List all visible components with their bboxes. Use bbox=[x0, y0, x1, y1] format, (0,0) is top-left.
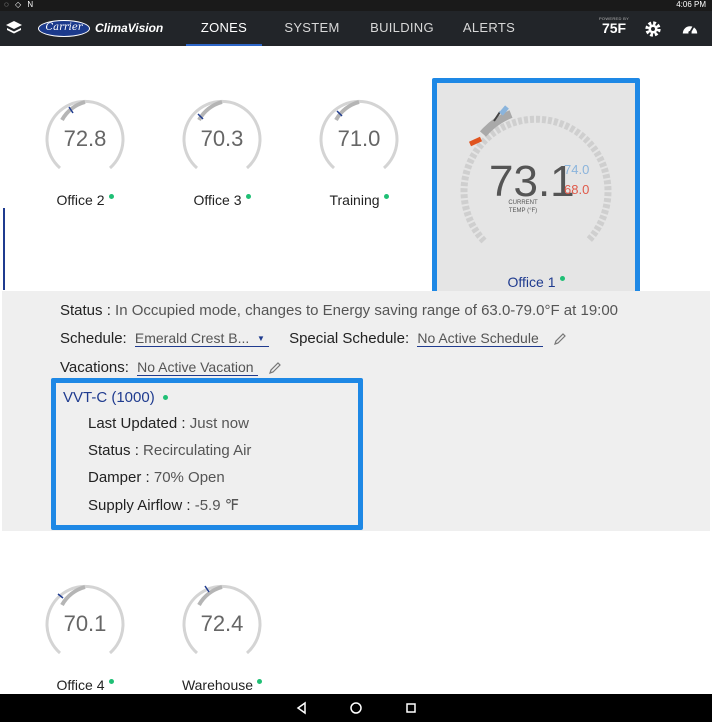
supply-airflow-label: Supply Airflow : bbox=[88, 497, 191, 514]
status-label: Status : bbox=[60, 302, 111, 319]
powered-by-badge: POWERED BY 75F bbox=[598, 16, 630, 35]
schedule-dropdown[interactable]: Emerald Crest B... ▼ bbox=[134, 330, 269, 347]
online-indicator bbox=[383, 194, 389, 199]
75f-logo: 75F bbox=[601, 20, 627, 36]
supply-airflow-value: -5.9 ℉ bbox=[194, 497, 240, 514]
gear-icon[interactable] bbox=[644, 20, 662, 38]
vvt-status-label: Status : bbox=[88, 442, 139, 459]
online-indicator bbox=[108, 194, 114, 199]
back-icon[interactable] bbox=[294, 700, 310, 716]
status-icons: ◌ ◇ N bbox=[4, 0, 36, 9]
vacations-dropdown[interactable]: No Active Vacation bbox=[137, 359, 258, 376]
android-status-bar: ◌ ◇ N 4:06 PM bbox=[0, 0, 712, 11]
zone-tile-office-3[interactable]: 70.3 Office 3 bbox=[162, 90, 282, 230]
zone-temp: 72.4 bbox=[200, 611, 244, 636]
vvt-title-text: VVT-C (1000) bbox=[63, 389, 155, 406]
vvt-status-value: Recirculating Air bbox=[143, 442, 252, 459]
online-indicator bbox=[245, 194, 251, 199]
zone-tile-office-1-selected[interactable]: 73.1 74.0 68.0 CURRENT TEMP (°F) Office … bbox=[432, 78, 640, 296]
vacations-label: Vacations: bbox=[60, 359, 129, 376]
zone-name-text: Training bbox=[329, 192, 380, 208]
damper-row: Damper : 70% Open bbox=[88, 469, 225, 486]
status-row: Status : In Occupied mode, changes to En… bbox=[60, 302, 618, 319]
status-value: In Occupied mode, changes to Energy savi… bbox=[115, 302, 619, 319]
home-icon[interactable] bbox=[348, 700, 364, 716]
recents-icon[interactable] bbox=[403, 700, 419, 716]
zone-name-text: Office 2 bbox=[56, 192, 105, 208]
zone-tile-office-4[interactable]: 70.1 Office 4 bbox=[25, 575, 145, 693]
app-bar: Carrier ClimaVision ZONES SYSTEM BUILDIN… bbox=[0, 11, 712, 46]
supply-airflow-row: Supply Airflow : -5.9 ℉ bbox=[88, 496, 239, 514]
online-indicator bbox=[162, 395, 168, 400]
zone-name: Warehouse bbox=[162, 677, 282, 693]
zone-temp: 70.3 bbox=[200, 126, 244, 151]
current-temp-label-line1: CURRENT bbox=[508, 200, 538, 206]
edit-pencil-icon[interactable] bbox=[268, 361, 282, 375]
zone-name: Office 4 bbox=[25, 677, 145, 693]
last-updated-value: Just now bbox=[189, 415, 249, 432]
zone-temp: 71.0 bbox=[337, 126, 381, 151]
edit-pencil-icon[interactable] bbox=[553, 332, 567, 346]
last-updated-row: Last Updated : Just now bbox=[88, 415, 249, 432]
zone-tile-warehouse[interactable]: 72.4 Warehouse bbox=[162, 575, 282, 693]
zone-name: Office 3 bbox=[162, 192, 282, 208]
schedule-row: Schedule: Emerald Crest B... ▼ Special Sc… bbox=[60, 330, 567, 347]
online-indicator bbox=[108, 679, 114, 684]
zone-name-text: Office 4 bbox=[56, 677, 105, 693]
app-name: ClimaVision bbox=[95, 21, 164, 35]
zone-temp: 72.8 bbox=[63, 126, 107, 151]
current-temp-label: CURRENT TEMP (°F) bbox=[503, 199, 543, 215]
damper-value: 70% Open bbox=[153, 469, 225, 486]
status-clock: 4:06 PM bbox=[676, 0, 706, 9]
online-indicator bbox=[559, 276, 565, 281]
special-schedule-dropdown[interactable]: No Active Schedule bbox=[417, 330, 543, 347]
schedule-label: Schedule: bbox=[60, 330, 127, 347]
vvt-equipment-panel: VVT-C (1000) Last Updated : Just now Sta… bbox=[51, 378, 363, 530]
zone-name-text: Warehouse bbox=[181, 677, 254, 693]
android-nav-bar bbox=[0, 694, 712, 722]
online-indicator bbox=[257, 679, 263, 684]
zone-name-text: Office 1 bbox=[507, 274, 556, 290]
zone-temp: 70.1 bbox=[63, 611, 107, 636]
carrier-logo: Carrier bbox=[38, 20, 90, 37]
tab-zones[interactable]: ZONES bbox=[186, 11, 262, 46]
schedule-value: Emerald Crest B... bbox=[134, 330, 250, 346]
last-updated-label: Last Updated : bbox=[88, 415, 186, 432]
vvt-status-row: Status : Recirculating Air bbox=[88, 442, 251, 459]
tab-alerts[interactable]: ALERTS bbox=[455, 11, 523, 46]
heating-setpoint: 68.0 bbox=[564, 182, 590, 197]
vvt-title[interactable]: VVT-C (1000) bbox=[63, 389, 168, 406]
chevron-down-icon: ▼ bbox=[256, 334, 265, 343]
tab-building[interactable]: BUILDING bbox=[363, 11, 441, 46]
zone-name: Training bbox=[299, 192, 419, 208]
zone-tile-training[interactable]: 71.0 Training bbox=[299, 90, 419, 230]
cooling-setpoint: 74.0 bbox=[564, 162, 590, 177]
zone-name: Office 2 bbox=[25, 192, 145, 208]
special-schedule-label: Special Schedule: bbox=[289, 330, 410, 347]
current-temp-label-line2: TEMP (°F) bbox=[508, 208, 538, 214]
dashboard-icon[interactable] bbox=[681, 20, 699, 38]
layers-icon[interactable] bbox=[4, 18, 24, 38]
zone-name-text: Office 3 bbox=[193, 192, 242, 208]
scroll-indicator bbox=[3, 208, 5, 290]
damper-label: Damper : bbox=[88, 469, 150, 486]
zone-name: Office 1 bbox=[437, 274, 635, 290]
tab-system[interactable]: SYSTEM bbox=[276, 11, 348, 46]
zone-tile-office-2[interactable]: 72.8 Office 2 bbox=[25, 90, 145, 230]
vacations-row: Vacations: No Active Vacation bbox=[60, 359, 282, 376]
